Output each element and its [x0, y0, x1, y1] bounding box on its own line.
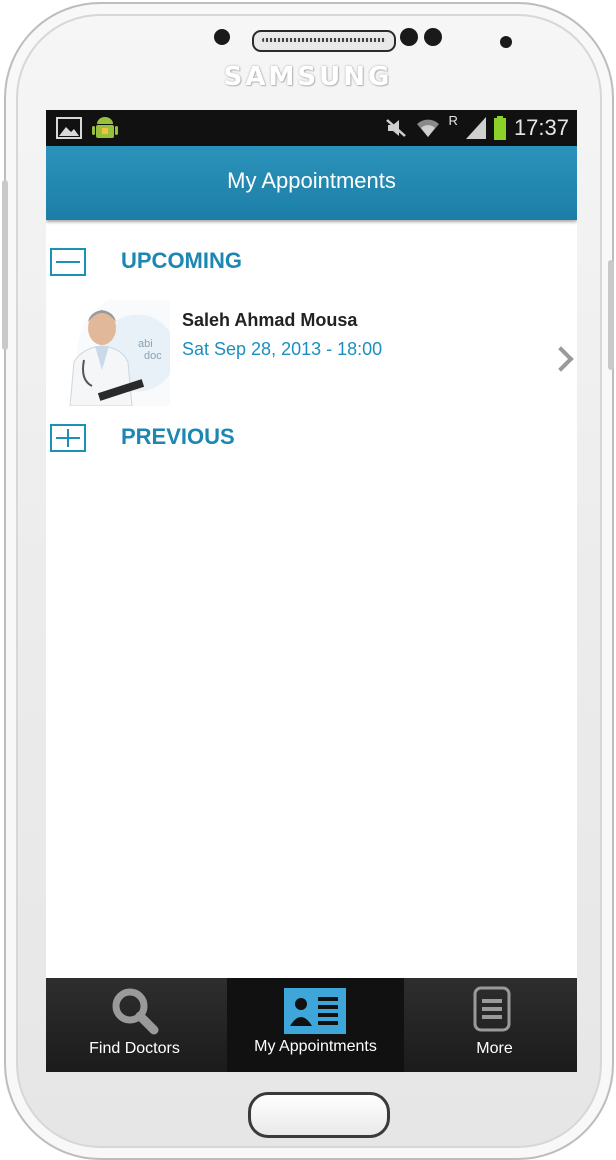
menu-icon [473, 986, 511, 1032]
upcoming-section-header[interactable]: UPCOMING [46, 244, 577, 288]
logo-text: doc [144, 350, 162, 362]
home-button[interactable] [248, 1092, 390, 1138]
front-sensor-icon [214, 29, 230, 45]
earpiece-speaker [252, 30, 396, 52]
previous-section-header[interactable]: PREVIOUS [46, 420, 577, 464]
tab-find-doctors[interactable]: Find Doctors [46, 978, 223, 1072]
roaming-indicator: R [448, 112, 458, 128]
mute-icon [385, 119, 406, 137]
page-title: My Appointments [227, 168, 396, 193]
tab-label: Find Doctors [89, 1040, 180, 1057]
search-icon [112, 988, 159, 1035]
expand-icon[interactable] [50, 424, 86, 452]
tab-more[interactable]: More [406, 978, 577, 1072]
tab-my-appointments[interactable]: My Appointments [227, 978, 404, 1072]
volume-button [2, 180, 8, 350]
android-notification-icon [92, 117, 118, 138]
bottom-tab-bar: Find Doctors My Appointments More [46, 978, 577, 1072]
status-time: 17:37 [513, 115, 569, 140]
doctor-avatar: abi doc [62, 300, 170, 407]
wifi-icon [416, 119, 439, 137]
status-bar: R 17:37 [46, 110, 577, 146]
power-button [608, 260, 614, 370]
front-camera-icon [400, 28, 418, 46]
gallery-notification-icon [56, 117, 82, 139]
logo-text: abi [138, 338, 153, 350]
screen: R 17:37 My Appointments UPCOMING abi doc… [46, 110, 577, 1072]
doctor-name: Saleh Ahmad Mousa [182, 310, 358, 330]
upcoming-section-label: UPCOMING [121, 248, 242, 273]
appointment-list-item[interactable]: abi doc Saleh Ahmad Mousa Sat Sep 28, 20… [46, 296, 577, 407]
appointment-datetime: Sat Sep 28, 2013 - 18:00 [182, 339, 383, 359]
signal-icon [465, 117, 486, 139]
chevron-right-icon [548, 346, 574, 372]
light-sensor-icon [500, 36, 512, 48]
previous-section-label: PREVIOUS [121, 424, 235, 449]
tab-label: My Appointments [254, 1038, 377, 1055]
appointments-icon [284, 988, 346, 1034]
device-brand: SAMSUNG [223, 62, 393, 92]
tab-label: More [476, 1040, 513, 1057]
proximity-sensor-icon [424, 28, 442, 46]
battery-icon [493, 116, 506, 140]
collapse-icon[interactable] [50, 248, 86, 276]
title-bar: My Appointments [46, 146, 577, 220]
